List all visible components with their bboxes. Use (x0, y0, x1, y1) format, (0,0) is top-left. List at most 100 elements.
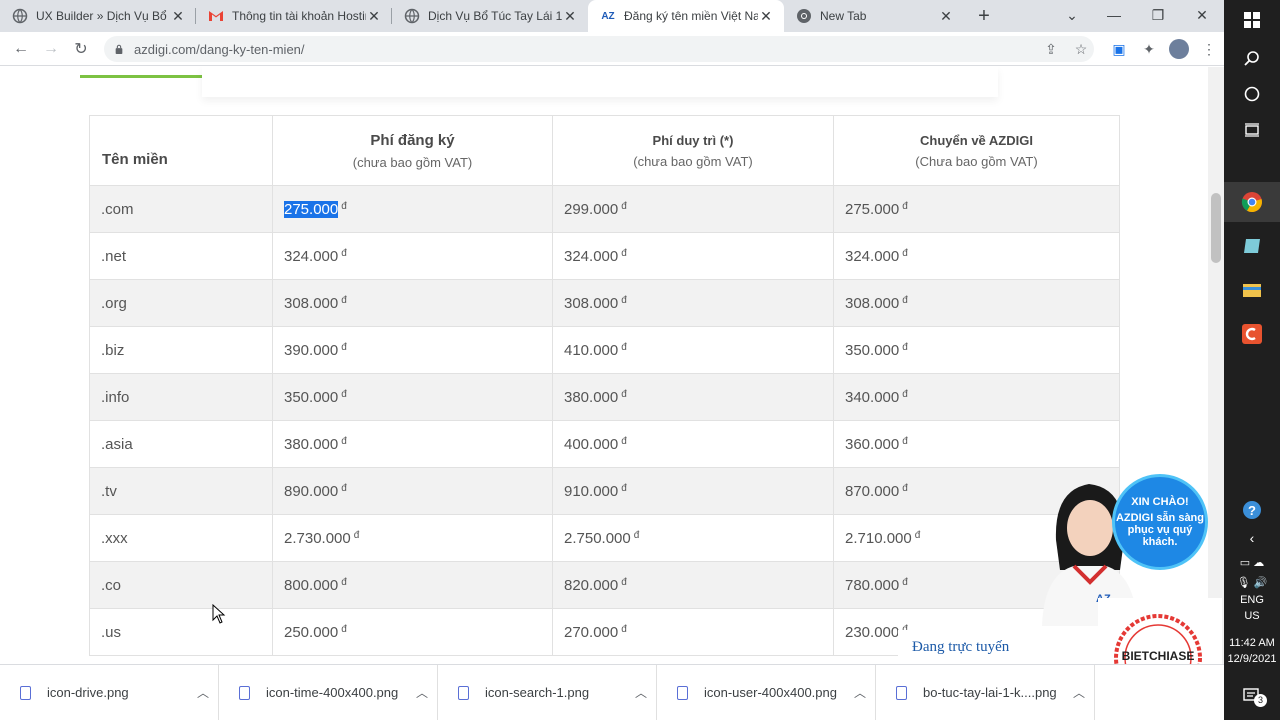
address-bar[interactable]: azdigi.com/dang-ky-ten-mien/ (104, 36, 1094, 62)
register-price-value: 324.000 (284, 247, 339, 265)
header-register-sub: (chưa bao gồm VAT) (352, 154, 473, 170)
currency-symbol: đ (902, 576, 908, 588)
renew-price-value: 910.000 (564, 482, 619, 500)
badge-text: BIETCHIASE (1122, 649, 1195, 663)
register-price-value: 380.000 (284, 435, 339, 453)
notifications-icon[interactable]: 3 (1224, 676, 1280, 716)
app-taskbar-icon[interactable] (1224, 226, 1280, 266)
transfer-price-value: 308.000 (845, 294, 900, 312)
renew-price-cell: 380.000 đ (552, 373, 834, 421)
tab-new-tab[interactable]: New Tab ✕ (784, 0, 964, 32)
chevron-up-icon[interactable]: ︿ (845, 684, 875, 701)
chevron-up-icon[interactable]: ︿ (1064, 684, 1094, 701)
currency-symbol: đ (621, 341, 627, 353)
chevron-up-icon[interactable]: ︿ (626, 684, 656, 701)
register-price-cell: 308.000 đ (272, 279, 553, 327)
cortana-icon[interactable] (1224, 74, 1280, 114)
bookmark-star-icon[interactable]: ☆ (1066, 34, 1096, 64)
tab-search-chevron-icon[interactable]: ⌄ (1050, 0, 1094, 30)
tab-indicator (80, 75, 202, 78)
back-arrow-icon[interactable]: ← (6, 34, 36, 64)
reload-icon[interactable]: ↻ (66, 34, 96, 64)
tab-strip: UX Builder » Dịch Vụ Bổ Tú ✕ Thông tin t… (0, 0, 1224, 32)
clock-time[interactable]: 11:42 AM (1224, 637, 1280, 649)
globe-icon (12, 8, 28, 24)
header-domain: Tên miền (89, 115, 273, 186)
chrome-taskbar-icon[interactable] (1224, 182, 1280, 222)
scrollbar-thumb[interactable] (1211, 193, 1221, 263)
page-scrollbar[interactable] (1208, 67, 1224, 664)
close-tab-icon[interactable]: ✕ (170, 8, 186, 25)
currency-symbol: đ (341, 200, 347, 212)
download-filename: icon-drive.png (47, 685, 129, 700)
currency-symbol: đ (341, 482, 347, 494)
download-item[interactable]: icon-search-1.png ︿ (438, 664, 657, 720)
search-icon[interactable] (1224, 38, 1280, 78)
menu-kebab-icon[interactable]: ⋮ (1194, 34, 1224, 64)
transfer-price-value: 2.710.000 (845, 529, 912, 547)
lang-code[interactable]: ENG (1224, 594, 1280, 606)
close-tab-icon[interactable]: ✕ (366, 8, 382, 25)
transfer-price-cell: 275.000 đ (833, 185, 1120, 233)
minimize-icon[interactable]: — (1092, 0, 1136, 30)
tab-title: Dịch Vụ Bổ Túc Tay Lái 1 Kè (428, 9, 562, 23)
forward-arrow-icon[interactable]: → (36, 34, 66, 64)
transfer-price-value: 324.000 (845, 247, 900, 265)
renew-price-cell: 2.750.000 đ (552, 514, 834, 562)
tab-ux-builder[interactable]: UX Builder » Dịch Vụ Bổ Tú ✕ (0, 0, 196, 32)
task-view-icon[interactable] (1224, 110, 1280, 150)
register-price-value: 800.000 (284, 576, 339, 594)
transfer-price-cell: 340.000 đ (833, 373, 1120, 421)
windows-start-icon[interactable] (1224, 0, 1280, 40)
renew-price-cell: 910.000 đ (552, 467, 834, 515)
close-window-icon[interactable]: ✕ (1180, 0, 1224, 30)
close-tab-icon[interactable]: ✕ (938, 8, 954, 25)
renew-price-value: 270.000 (564, 623, 619, 641)
chat-greeting: XIN CHÀO! (1131, 496, 1189, 508)
transfer-price-cell: 324.000 đ (833, 232, 1120, 280)
domain-cell: .co (89, 561, 273, 609)
chevron-up-icon[interactable]: ︿ (188, 684, 218, 701)
maximize-icon[interactable]: ❐ (1136, 0, 1180, 30)
chat-online-status[interactable]: Đang trực tuyến (898, 630, 1098, 664)
domain-cell: .us (89, 608, 273, 656)
close-tab-icon[interactable]: ✕ (758, 8, 774, 25)
register-price-value: 390.000 (284, 341, 339, 359)
svg-text:?: ? (1248, 503, 1256, 518)
tab-title: Thông tin tài khoản Hosting (232, 9, 366, 23)
chevron-up-icon[interactable]: ︿ (407, 684, 437, 701)
currency-symbol: đ (902, 435, 908, 447)
tab-dich-vu[interactable]: Dịch Vụ Bổ Túc Tay Lái 1 Kè ✕ (392, 0, 588, 32)
download-item[interactable]: bo-tuc-tay-lai-1-k....png ︿ (876, 664, 1095, 720)
profile-avatar-icon[interactable] (1164, 34, 1194, 64)
download-item[interactable]: icon-user-400x400.png ︿ (657, 664, 876, 720)
header-register: Phí đăng ký (chưa bao gồm VAT) (272, 115, 553, 186)
tab-title: New Tab (820, 9, 867, 23)
new-tab-plus-icon[interactable]: + (970, 2, 998, 30)
extension-translate-icon[interactable]: ▣ (1104, 34, 1134, 64)
lang-region[interactable]: US (1224, 610, 1280, 622)
download-item[interactable]: icon-drive.png ︿ (0, 664, 219, 720)
download-item[interactable]: icon-time-400x400.png ︿ (219, 664, 438, 720)
download-filename: icon-time-400x400.png (266, 685, 399, 700)
toolbar-right: ⇪ ☆ ▣ ✦ ⋮ (1036, 32, 1224, 66)
table-row: .co 800.000 đ 820.000 đ 780.000 đ (89, 561, 1120, 609)
extensions-puzzle-icon[interactable]: ✦ (1134, 34, 1164, 64)
tab-gmail[interactable]: Thông tin tài khoản Hosting ✕ (196, 0, 392, 32)
close-tab-icon[interactable]: ✕ (562, 8, 578, 25)
register-price-value: 350.000 (284, 388, 339, 406)
share-icon[interactable]: ⇪ (1036, 34, 1066, 64)
transfer-price-value: 340.000 (845, 388, 900, 406)
tab-dang-ky-ten-mien[interactable]: AZ Đăng ký tên miền Việt Nam ✕ (588, 0, 784, 32)
currency-symbol: đ (341, 388, 347, 400)
transfer-price-value: 870.000 (845, 482, 900, 500)
domain-cell: .com (89, 185, 273, 233)
tab-title: Đăng ký tên miền Việt Nam (624, 9, 758, 23)
camtasia-icon[interactable] (1224, 314, 1280, 354)
file-explorer-icon[interactable] (1224, 270, 1280, 310)
clock-date[interactable]: 12/9/2021 (1224, 653, 1280, 665)
table-row: .net 324.000 đ 324.000 đ 324.000 đ (89, 232, 1120, 280)
table-body: .com 275.000 đ 299.000 đ 275.000 đ .net 324.000 đ… (89, 185, 1120, 656)
register-price-value: 250.000 (284, 623, 339, 641)
chat-greeting-bubble[interactable]: XIN CHÀO! AZDIGI sẵn sàng phục vụ quý kh… (1112, 474, 1208, 570)
